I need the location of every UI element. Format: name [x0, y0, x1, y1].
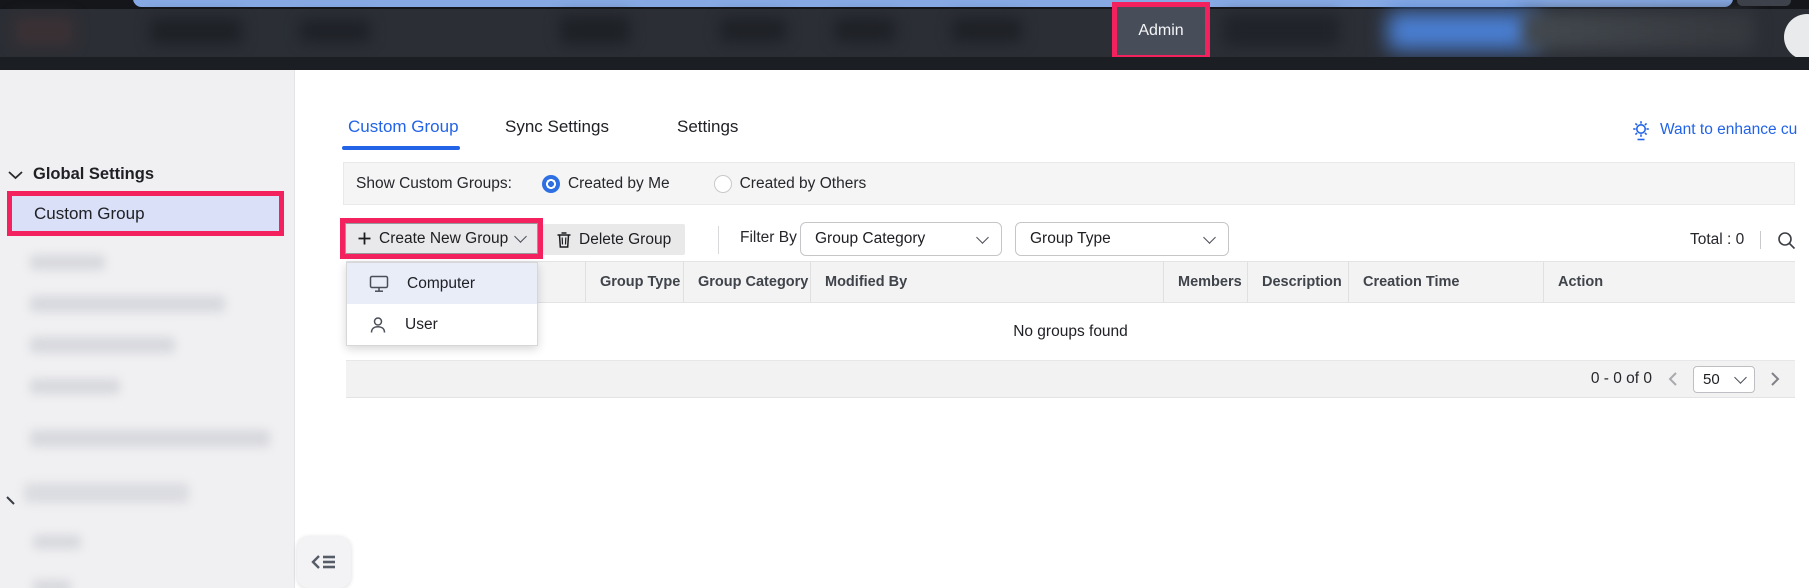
sidebar-section-global-settings[interactable]: Global Settings — [8, 165, 154, 184]
create-group-highlight-box: Create New Group — [340, 218, 544, 259]
admin-tab[interactable]: Admin — [1112, 2, 1210, 60]
admin-tab-label: Admin — [1138, 22, 1184, 39]
browser-corner-stub — [1737, 0, 1791, 6]
blurred-sidebar-item — [33, 535, 81, 549]
app-window: Admin Global Settings Custom Group Custo… — [0, 0, 1809, 588]
radio-created-by-others-label[interactable]: Created by Others — [740, 175, 867, 193]
sidebar-item-label: Custom Group — [34, 203, 145, 223]
create-new-group-button[interactable]: Create New Group — [345, 223, 539, 254]
page-size-select[interactable]: 50 — [1693, 365, 1755, 393]
sidebar-collapse-button[interactable] — [297, 536, 351, 588]
blurred-highlight-item — [1388, 12, 1538, 50]
blurred-sidebar-item — [30, 296, 225, 312]
menu-item-user-label: User — [405, 315, 438, 333]
blurred-sidebar-item — [30, 255, 105, 270]
pagination-bar: 0 - 0 of 0 50 — [346, 360, 1795, 398]
browser-blue-band — [133, 0, 1733, 7]
total-count-label: Total : 0 — [1690, 231, 1745, 248]
blurred-nav-item — [560, 16, 630, 44]
pagination-next-button[interactable] — [1770, 371, 1781, 387]
blurred-sidebar-item — [30, 430, 270, 447]
column-header-group-type[interactable]: Group Type — [585, 262, 683, 302]
empty-table-row: No groups found — [346, 303, 1795, 360]
sidebar-item-custom-group[interactable]: Custom Group — [7, 191, 284, 236]
chevron-right-icon — [1771, 372, 1780, 386]
chevron-down-icon — [8, 170, 23, 179]
group-category-dropdown-value: Group Category — [815, 230, 926, 247]
blurred-nav-item — [150, 18, 242, 44]
group-category-dropdown[interactable]: Group Category — [800, 222, 1002, 256]
empty-message: No groups found — [1013, 322, 1128, 340]
delete-group-label: Delete Group — [579, 230, 672, 248]
blurred-sidebar-item — [30, 337, 175, 353]
blurred-logo — [14, 16, 74, 46]
blurred-nav-item — [300, 20, 370, 42]
page-size-value: 50 — [1703, 370, 1720, 388]
blurred-sidebar-item — [33, 580, 71, 588]
menu-item-computer[interactable]: Computer — [347, 263, 537, 304]
sidebar-section-label: Global Settings — [33, 165, 155, 183]
pagination-range: 0 - 0 of 0 — [1590, 370, 1652, 387]
blurred-nav-item — [1224, 15, 1339, 46]
radio-created-by-me[interactable] — [541, 174, 560, 193]
bulb-gear-icon — [1633, 121, 1649, 141]
create-group-dropdown-menu: Computer User — [346, 262, 538, 346]
active-tab-underline — [342, 146, 460, 150]
chevron-down-icon — [514, 230, 528, 243]
blurred-nav-item — [952, 18, 1022, 42]
menu-item-computer-label: Computer — [407, 274, 476, 292]
chevron-down-icon — [1203, 230, 1216, 244]
show-custom-groups-label: Show Custom Groups: — [356, 174, 512, 192]
tab-settings[interactable]: Settings — [677, 117, 738, 137]
column-header-members[interactable]: Members — [1163, 262, 1247, 302]
total-cluster: Total : 0 — [1690, 226, 1796, 254]
blurred-nav-item — [835, 18, 895, 42]
menu-item-user[interactable]: User — [347, 304, 537, 345]
total-divider — [1760, 231, 1762, 249]
column-header-action[interactable]: Action — [1543, 262, 1795, 302]
blurred-nav-item — [720, 18, 786, 42]
toolbar-divider — [718, 226, 719, 254]
collapse-sidebar-icon — [311, 555, 335, 569]
groups-table-header: Group Type Group Category↓ Modified By M… — [346, 261, 1795, 303]
topbar-bottom-strip — [0, 57, 1809, 70]
column-header-modified-by[interactable]: Modified By — [810, 262, 1163, 302]
column-header-description[interactable]: Description — [1247, 262, 1348, 302]
column-header-creation-time[interactable]: Creation Time — [1348, 262, 1543, 302]
group-type-dropdown-value: Group Type — [1030, 230, 1111, 247]
chevron-mark-icon — [6, 496, 15, 505]
top-navigation-bar: Admin — [0, 0, 1809, 70]
plus-icon — [358, 232, 371, 245]
filter-by-label: Filter By : — [740, 229, 806, 246]
enhance-link[interactable]: Want to enhance cu — [1630, 115, 1809, 145]
trash-icon — [557, 231, 571, 248]
chevron-left-icon — [1668, 372, 1677, 386]
search-icon[interactable] — [1777, 231, 1796, 250]
computer-icon — [369, 275, 389, 292]
pagination-prev-button[interactable] — [1667, 371, 1678, 387]
enhance-link-label: Want to enhance cu — [1660, 121, 1798, 138]
delete-group-button[interactable]: Delete Group — [543, 224, 686, 255]
radio-created-by-others[interactable] — [713, 174, 732, 193]
blurred-sidebar-section — [24, 483, 189, 503]
column-header-group-category[interactable]: Group Category↓ — [683, 262, 810, 302]
blurred-sidebar-item — [30, 379, 120, 394]
user-avatar[interactable] — [1784, 14, 1809, 60]
create-new-group-label: Create New Group — [379, 229, 509, 247]
show-custom-groups-bar: Show Custom Groups: Created by Me Create… — [343, 162, 1795, 205]
tab-custom-group[interactable]: Custom Group — [348, 117, 459, 137]
chevron-down-icon — [1734, 370, 1747, 384]
group-type-dropdown[interactable]: Group Type — [1015, 222, 1229, 256]
tab-sync-settings[interactable]: Sync Settings — [505, 117, 609, 137]
settings-sidebar: Global Settings Custom Group — [0, 70, 295, 588]
blurred-nav-item — [1522, 12, 1754, 50]
radio-created-by-me-label[interactable]: Created by Me — [568, 175, 670, 193]
chevron-down-icon — [976, 230, 989, 244]
user-icon — [370, 316, 386, 333]
